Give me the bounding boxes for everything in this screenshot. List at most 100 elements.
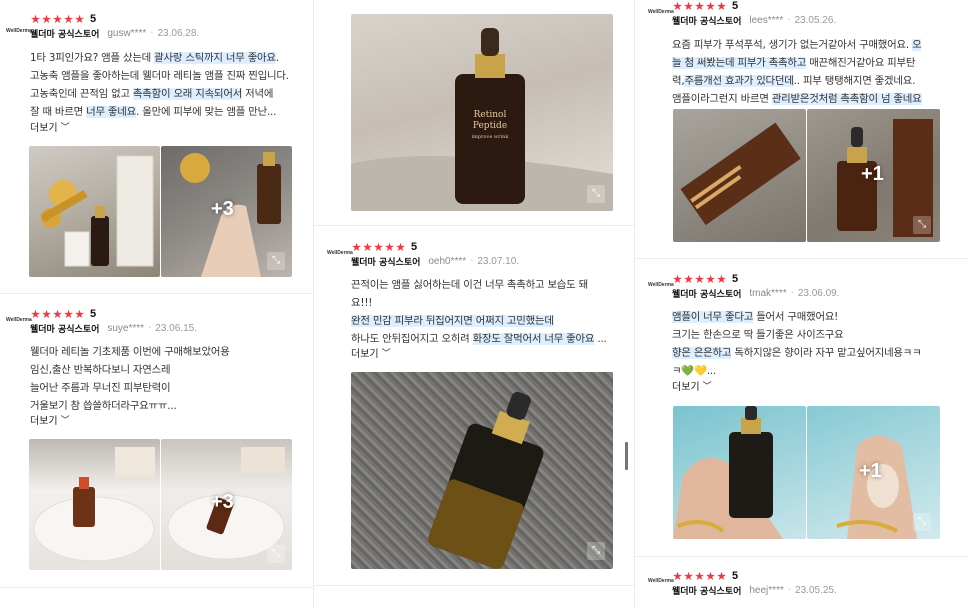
review-line: 고농축 앰플을 좋아하는데 웰더마 레티놀 앰플 진짜 찐입니다. [30, 70, 289, 82]
review-meta: 웰더마 공식스토어 heej**** · 23.05.25. [672, 584, 837, 597]
more-button[interactable]: 더보기 ﹀ [672, 378, 712, 393]
store-name[interactable]: 웰더마 공식스토어 [351, 255, 420, 268]
rating-score: 5 [732, 273, 739, 285]
reviewer-id: oeh0**** [428, 256, 467, 267]
reviewer-id: heej**** [749, 585, 784, 596]
review-card: ★ ★ ★ ★ ★ 5 WellDerma 웰더마 공식스토어 suye**** · 2… [0, 295, 313, 595]
review-line: 완전 민감 피부라 뒤집어지면 어쩌지 고민했는데 [351, 315, 554, 327]
chevron-down-icon: ﹀ [702, 382, 712, 392]
reviewer-id: suye**** [107, 323, 145, 334]
review-line: 하나도 안뒤집어지고 오히려 화장도 잘먹어서 너무 좋아요 ... [351, 333, 607, 345]
expand-icon[interactable]: ⤡ [587, 185, 605, 203]
star-icon: ★ [716, 272, 727, 286]
more-photos-count: +3 [211, 491, 234, 513]
review-photo[interactable]: ⤡ [351, 372, 613, 569]
review-date: 23.07.10. [477, 256, 520, 267]
review-line: 잘 때 바르면 너무 좋네요. 올만에 피부에 맞는 앰플 만난... [30, 106, 277, 118]
more-label: 더보기 [30, 123, 58, 134]
review-photo[interactable] [29, 146, 160, 277]
expand-icon[interactable]: ⤡ [913, 513, 931, 531]
separator-dot: · [787, 15, 791, 26]
review-text: 끈적이는 앰플 싫어하는데 이건 너무 촉촉하고 보습도 돼 요!!! 완전 민… [351, 276, 621, 348]
review-photo[interactable] [673, 109, 806, 242]
review-card: ★ ★ ★ ★ ★ 5 WellDerma 웰더마 공식스토어 oeh0**** · 2… [314, 228, 634, 608]
review-line: 거울보기 참 씁쓸하더라구요ㅠㅠ... [30, 400, 177, 412]
separator-dot: · [148, 323, 152, 334]
review-line: 향은 은은하고 독하지않은 향이라 자꾸 맡고싶어지네용ㅋㅋ [672, 347, 922, 359]
divider [635, 258, 968, 259]
separator-dot: · [790, 288, 794, 299]
review-photo[interactable] [29, 439, 160, 570]
review-meta: 웰더마 공식스토어 tmak**** · 23.06.09. [672, 287, 840, 300]
store-name[interactable]: 웰더마 공식스토어 [30, 322, 99, 335]
review-card: ★ ★ ★ ★ ★ 5 WellDerma 웰더마 공식스토어 tmak**** · 2… [635, 261, 968, 551]
review-line: 요!!! [351, 297, 373, 309]
review-meta: 웰더마 공식스토어 suye**** · 23.06.15. [30, 322, 197, 335]
review-column-1: ★ ★ ★ ★ ★ 5 WellDerma 웰더마 공식스토어 gusw**** · 2… [0, 0, 313, 608]
store-logo: WellDerma [648, 282, 674, 288]
store-name[interactable]: 웰더마 공식스토어 [672, 14, 741, 27]
more-label: 더보기 [30, 416, 58, 427]
separator-dot: · [470, 256, 474, 267]
review-line: 임신,출산 반복하다보니 자연스레 [30, 364, 171, 376]
photo-product-roller [40, 155, 154, 267]
review-line: 웰더마 레티놀 기초제품 이번에 구매해보았어용 [30, 346, 230, 358]
divider [0, 293, 313, 294]
divider [314, 585, 634, 586]
store-logo: WellDerma [6, 28, 32, 34]
review-photo[interactable]: Retinol Peptide improve wrink ⤡ [351, 14, 613, 211]
store-logo: WellDerma [327, 250, 353, 256]
store-name[interactable]: 웰더마 공식스토어 [672, 584, 741, 597]
star-icon: ★ [705, 272, 716, 286]
divider [314, 225, 634, 226]
rating-score: 5 [90, 308, 97, 320]
divider [635, 556, 968, 557]
star-icon: ★ [74, 307, 85, 321]
reviewer-id: tmak**** [749, 288, 787, 299]
review-text: 요즘 피부가 푸석푸석, 생기가 없는거같아서 구매했어요. 오 늘 첨 써봤는… [672, 36, 952, 108]
review-date: 23.06.15. [155, 323, 197, 334]
expand-icon[interactable]: ⤡ [913, 216, 931, 234]
column-scrollbar[interactable] [625, 442, 628, 470]
star-icon: ★ [705, 569, 716, 583]
star-icon: ★ [683, 272, 694, 286]
store-name[interactable]: 웰더마 공식스토어 [30, 27, 99, 40]
star-icon: ★ [716, 0, 727, 13]
star-icon: ★ [683, 569, 694, 583]
review-photo[interactable]: +3 ⤡ [161, 146, 292, 277]
more-button[interactable]: 더보기 ﹀ [30, 412, 70, 427]
review-line: ㅋ💚💛... [672, 365, 717, 377]
divider [0, 587, 313, 588]
more-button[interactable]: 더보기 ﹀ [30, 119, 70, 134]
review-line: 고농축인데 끈적임 없고 촉촉함이 오래 지속되어서 저녁에 [30, 88, 274, 100]
review-meta: 웰더마 공식스토어 oeh0**** · 23.07.10. [351, 255, 519, 268]
review-photo[interactable]: +3 ⤡ [161, 439, 292, 570]
more-button[interactable]: 더보기 ﹀ [351, 345, 391, 360]
bottle-label: Retinol Peptide improve wrink [471, 110, 509, 140]
expand-icon[interactable]: ⤡ [267, 545, 285, 563]
review-card: ★ ★ ★ ★ ★ 5 WellDerma 웰더마 공식스토어 lees**** · 2… [635, 0, 968, 254]
star-icon: ★ [41, 307, 52, 321]
reviewer-id: lees**** [749, 15, 784, 26]
review-photo[interactable] [673, 406, 806, 539]
separator-dot: · [787, 585, 792, 596]
expand-icon[interactable]: ⤡ [267, 252, 285, 270]
review-column-3: ★ ★ ★ ★ ★ 5 WellDerma 웰더마 공식스토어 lees**** · 2… [635, 0, 968, 608]
review-line: 늘어난 주름과 무너진 피부탄력이 [30, 382, 171, 394]
reviewer-id: gusw**** [107, 28, 147, 39]
star-icon: ★ [395, 240, 406, 254]
store-logo: WellDerma [648, 578, 674, 584]
rating-stars: ★ ★ ★ ★ ★ 5 [672, 570, 738, 582]
store-name[interactable]: 웰더마 공식스토어 [672, 287, 741, 300]
review-photo[interactable]: +1 ⤡ [807, 406, 940, 539]
review-photo[interactable]: +1 ⤡ [807, 109, 940, 242]
review-line: 앰플이라그런지 바르면 관리받은것처럼 촉촉함이 넘 좋네요 [672, 93, 922, 105]
rating-stars: ★ ★ ★ ★ ★ 5 [351, 241, 417, 253]
review-card: ★ ★ ★ ★ ★ 5 WellDerma 웰더마 공식스토어 heej**** · 2… [635, 558, 968, 608]
rating-score: 5 [411, 241, 418, 253]
chevron-down-icon: ﹀ [60, 416, 70, 426]
star-icon: ★ [362, 240, 373, 254]
expand-icon[interactable]: ⤡ [587, 542, 605, 560]
review-column-2: Retinol Peptide improve wrink ⤡ ★ ★ ★ ★ ★ 5 … [314, 0, 634, 608]
star-icon: ★ [694, 569, 705, 583]
